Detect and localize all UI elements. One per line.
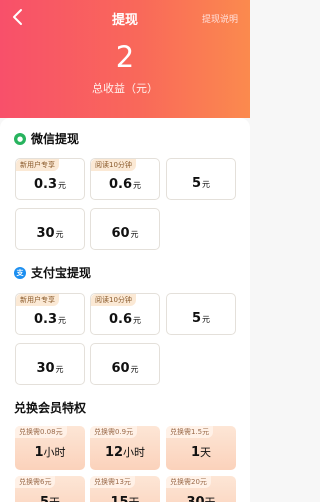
option-amount: 5 [191,311,202,326]
wechat-option-1[interactable]: 阅读10分钟 0.6元 [90,158,160,200]
vip-option-0[interactable]: 兑换需0.08元 1小时 [15,426,85,470]
option-unit: 元 [202,315,211,324]
option-amount: 60 [111,226,130,241]
vip-option-5[interactable]: 兑换需20元 30天 [166,476,236,502]
vip-duration: 1 [190,445,201,460]
vip-duration: 30 [186,495,204,502]
option-amount: 5 [191,176,202,191]
option-amount: 0.6 [108,177,133,192]
alipay-option-3[interactable]: 30元 [15,343,85,385]
wechat-option-3[interactable]: 30元 [15,208,85,250]
vip-duration: 5 [40,495,49,502]
wechat-icon: ● [14,132,26,145]
vip-cost-tag: 兑换需1.5元 [166,426,214,438]
alipay-option-4[interactable]: 60元 [90,343,160,385]
header: 提现 提现说明 2 总收益（元） [0,0,250,118]
wechat-option-0[interactable]: 新用户专享 0.3元 [15,158,85,200]
vip-unit: 天 [200,446,212,459]
help-link[interactable]: 提现说明 [202,12,238,25]
total-earnings-label: 总收益（元） [92,82,158,95]
alipay-option-2[interactable]: 5元 [166,293,236,335]
content-panel: ● 微信提现 新用户专享 0.3元 阅读10分钟 0.6元 5元 30元 60元… [0,118,250,502]
vip-section-title: 兑换会员特权 [14,401,87,415]
alipay-option-0[interactable]: 新用户专享 0.3元 [15,293,85,335]
alipay-icon: 支 [14,266,26,279]
vip-unit: 天 [205,496,216,502]
alipay-option-1[interactable]: 阅读10分钟 0.6元 [90,293,160,335]
vip-cost-tag: 兑换需20元 [166,476,211,488]
wechat-section-title: ● 微信提现 [14,130,79,147]
vip-option-1[interactable]: 兑换需0.9元 12小时 [90,426,160,470]
option-amount: 60 [111,361,130,376]
option-tag: 阅读10分钟 [91,294,136,306]
option-unit: 元 [133,181,142,190]
vip-cost-tag: 兑换需0.08元 [15,426,67,438]
vip-cost-tag: 兑换需6元 [15,476,56,488]
vip-option-2[interactable]: 兑换需1.5元 1天 [166,426,236,470]
option-unit: 元 [58,181,67,190]
option-amount: 0.3 [33,177,58,192]
option-amount: 0.6 [108,312,133,327]
vip-unit: 小时 [43,446,66,459]
option-unit: 元 [130,365,139,374]
option-amount: 30 [36,226,55,241]
vip-cost-tag: 兑换需0.9元 [90,426,138,438]
vip-unit: 天 [129,496,140,502]
total-earnings-value: 2 [115,40,135,74]
vip-unit: 小时 [123,446,146,459]
option-tag: 新用户专享 [16,159,59,171]
wechat-option-4[interactable]: 60元 [90,208,160,250]
vip-duration: 15 [110,495,128,502]
alipay-section-title: 支 支付宝提现 [14,264,91,281]
vip-option-3[interactable]: 兑换需6元 5天 [15,476,85,502]
option-unit: 元 [55,230,64,239]
vip-unit: 天 [49,496,60,502]
wechat-option-2[interactable]: 5元 [166,158,236,200]
option-amount: 30 [36,361,55,376]
option-amount: 0.3 [33,312,58,327]
option-unit: 元 [133,316,142,325]
option-tag: 阅读10分钟 [91,159,136,171]
option-unit: 元 [202,180,211,189]
option-unit: 元 [58,316,67,325]
option-tag: 新用户专享 [16,294,59,306]
option-unit: 元 [55,365,64,374]
option-unit: 元 [130,230,139,239]
vip-duration: 1 [34,445,44,460]
vip-option-4[interactable]: 兑换需13元 15天 [90,476,160,502]
vip-duration: 12 [104,445,124,460]
vip-cost-tag: 兑换需13元 [90,476,135,488]
